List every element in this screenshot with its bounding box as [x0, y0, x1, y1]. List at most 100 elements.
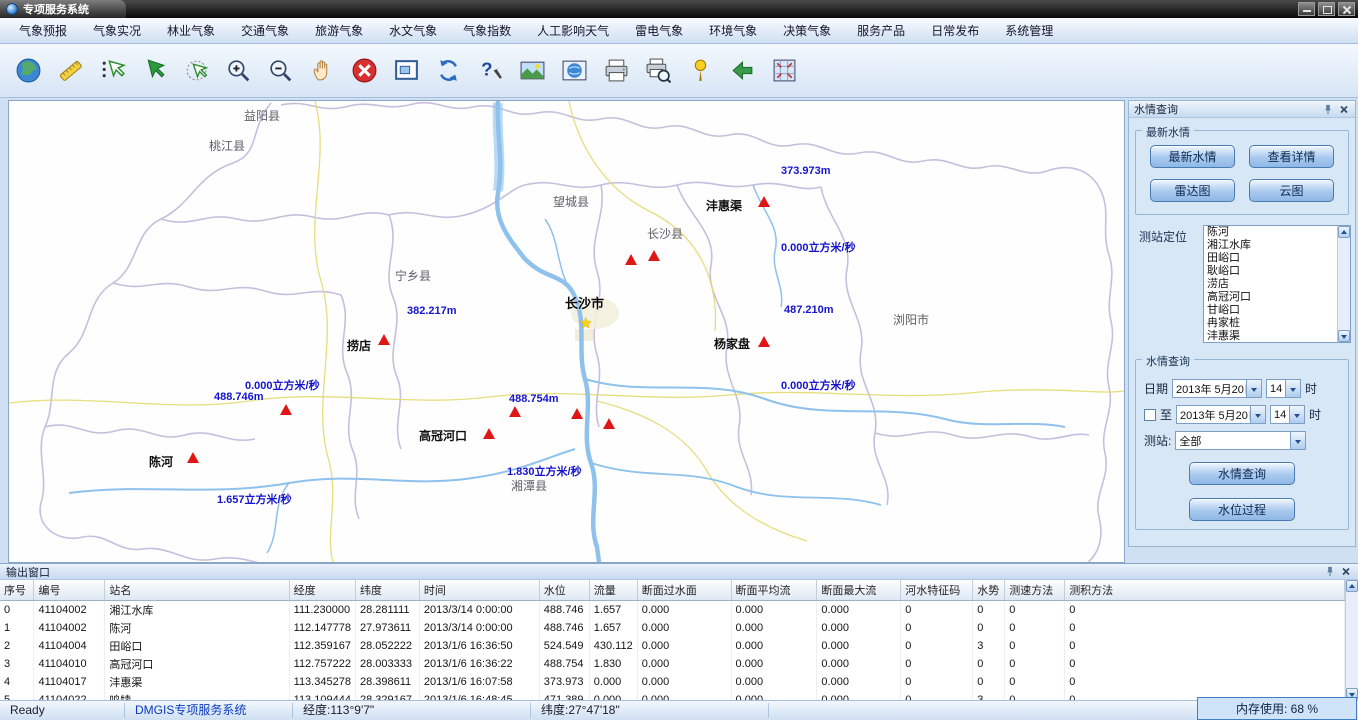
column-header[interactable]: 断面最大流: [817, 580, 901, 601]
select-points-icon[interactable]: [96, 54, 129, 88]
end-time-checkbox[interactable]: [1144, 409, 1156, 421]
column-header[interactable]: 断面过水面: [637, 580, 731, 601]
maximize-button[interactable]: [1318, 2, 1335, 16]
window-extent-icon[interactable]: [390, 54, 423, 88]
menu-item[interactable]: 决策气象: [770, 18, 844, 43]
menu-item[interactable]: 旅游气象: [302, 18, 376, 43]
select-arrow-icon[interactable]: [138, 54, 171, 88]
menu-item[interactable]: 交通气象: [228, 18, 302, 43]
measure-icon[interactable]: [54, 54, 87, 88]
column-header[interactable]: 河水特征码: [901, 580, 973, 601]
close-button[interactable]: [1338, 2, 1355, 16]
table-row[interactable]: 341104010高冠河口112.75722228.0033332013/1/6…: [0, 655, 1345, 673]
column-header[interactable]: 纬度: [355, 580, 419, 601]
menu-item[interactable]: 雷电气象: [622, 18, 696, 43]
scroll-up-icon[interactable]: [1338, 226, 1350, 238]
column-header[interactable]: 时间: [419, 580, 539, 601]
output-scrollbar[interactable]: [1345, 580, 1358, 700]
zoom-out-icon[interactable]: [264, 54, 297, 88]
table-row[interactable]: 041104002湘江水库111.23000028.2811112013/3/1…: [0, 601, 1345, 620]
station-list-item[interactable]: 冉家桩: [1204, 317, 1337, 330]
station-list-item[interactable]: 湘江水库: [1204, 239, 1337, 252]
table-row[interactable]: 541104022鸣犊113.10944428.3291672013/1/6 1…: [0, 691, 1345, 700]
chevron-down-icon[interactable]: [1250, 406, 1265, 423]
station-marker-icon[interactable]: [378, 334, 390, 345]
station-marker-icon[interactable]: [483, 428, 495, 439]
column-header[interactable]: 经度: [289, 580, 355, 601]
chevron-down-icon[interactable]: [1285, 380, 1300, 397]
station-list-scrollbar[interactable]: [1337, 226, 1350, 342]
overview-icon[interactable]: [558, 54, 591, 88]
menu-item[interactable]: 气象预报: [6, 18, 80, 43]
select-lasso-icon[interactable]: [180, 54, 213, 88]
chevron-down-icon[interactable]: [1290, 432, 1305, 449]
station-marker-icon[interactable]: [280, 404, 292, 415]
zoom-in-icon[interactable]: [222, 54, 255, 88]
menu-item[interactable]: 系统管理: [992, 18, 1066, 43]
menu-item[interactable]: 服务产品: [844, 18, 918, 43]
station-marker-icon[interactable]: [648, 250, 660, 261]
table-row[interactable]: 141104002陈河112.14777827.9736112013/3/14 …: [0, 619, 1345, 637]
back-icon[interactable]: [726, 54, 759, 88]
globe-icon[interactable]: [12, 54, 45, 88]
station-list-item[interactable]: 陈河: [1204, 226, 1337, 239]
water-level-process-button[interactable]: 水位过程: [1189, 498, 1295, 521]
column-header[interactable]: 站名: [105, 580, 289, 601]
column-header[interactable]: 水位: [539, 580, 589, 601]
menu-item[interactable]: 环境气象: [696, 18, 770, 43]
station-marker-icon[interactable]: [625, 254, 637, 265]
scroll-up-icon[interactable]: [1346, 580, 1358, 592]
station-list-item[interactable]: 沣惠渠: [1204, 330, 1337, 342]
locate-icon[interactable]: [684, 54, 717, 88]
station-list-item[interactable]: 甘峪口: [1204, 304, 1337, 317]
menu-item[interactable]: 日常发布: [918, 18, 992, 43]
column-header[interactable]: 测积方法: [1065, 580, 1345, 601]
pan-icon[interactable]: [306, 54, 339, 88]
start-hour-select[interactable]: 14: [1266, 379, 1301, 398]
end-date-select[interactable]: 2013年 5月20日: [1176, 405, 1266, 424]
refresh-icon[interactable]: [432, 54, 465, 88]
menu-item[interactable]: 气象实况: [80, 18, 154, 43]
pin-icon[interactable]: [1324, 566, 1336, 578]
station-marker-icon[interactable]: [187, 452, 199, 463]
pin-icon[interactable]: [1322, 103, 1334, 115]
station-list-item[interactable]: 高冠河口: [1204, 291, 1337, 304]
scroll-down-icon[interactable]: [1338, 330, 1350, 342]
station-list-item[interactable]: 田峪口: [1204, 252, 1337, 265]
map-canvas[interactable]: 益阳县桃江县宁乡县望城县长沙县浏阳市湘潭县长沙市沣惠渠杨家盘捞店陈河高冠河口37…: [8, 100, 1125, 563]
menu-item[interactable]: 林业气象: [154, 18, 228, 43]
chevron-down-icon[interactable]: [1246, 380, 1261, 397]
start-date-select[interactable]: 2013年 5月20日: [1172, 379, 1262, 398]
stop-icon[interactable]: [348, 54, 381, 88]
chevron-down-icon[interactable]: [1289, 406, 1304, 423]
latest-button[interactable]: 云图: [1249, 179, 1334, 202]
column-header[interactable]: 编号: [34, 580, 105, 601]
menu-item[interactable]: 气象指数: [450, 18, 524, 43]
latest-button[interactable]: 查看详情: [1249, 145, 1334, 168]
latest-button[interactable]: 最新水情: [1150, 145, 1235, 168]
column-header[interactable]: 流量: [589, 580, 637, 601]
column-header[interactable]: 水势: [973, 580, 1005, 601]
station-marker-icon[interactable]: [509, 406, 521, 417]
image-icon[interactable]: [516, 54, 549, 88]
full-extent-icon[interactable]: [768, 54, 801, 88]
print-preview-icon[interactable]: [642, 54, 675, 88]
close-panel-icon[interactable]: [1340, 566, 1352, 578]
station-list-item[interactable]: 耿峪口: [1204, 265, 1337, 278]
menu-item[interactable]: 人工影响天气: [524, 18, 622, 43]
table-row[interactable]: 441104017沣惠渠113.34527828.3986112013/1/6 …: [0, 673, 1345, 691]
station-marker-icon[interactable]: [758, 336, 770, 347]
end-hour-select[interactable]: 14: [1270, 405, 1305, 424]
station-select[interactable]: 全部: [1175, 431, 1306, 450]
menu-item[interactable]: 水文气象: [376, 18, 450, 43]
station-marker-icon[interactable]: [758, 196, 770, 207]
column-header[interactable]: 测速方法: [1005, 580, 1065, 601]
minimize-button[interactable]: [1298, 2, 1315, 16]
station-list-item[interactable]: 涝店: [1204, 278, 1337, 291]
station-marker-icon[interactable]: [571, 408, 583, 419]
column-header[interactable]: 断面平均流: [731, 580, 817, 601]
latest-button[interactable]: 雷达图: [1150, 179, 1235, 202]
close-panel-icon[interactable]: [1338, 103, 1350, 115]
table-row[interactable]: 241104004田峪口112.35916728.0522222013/1/6 …: [0, 637, 1345, 655]
water-query-button[interactable]: 水情查询: [1189, 462, 1295, 485]
